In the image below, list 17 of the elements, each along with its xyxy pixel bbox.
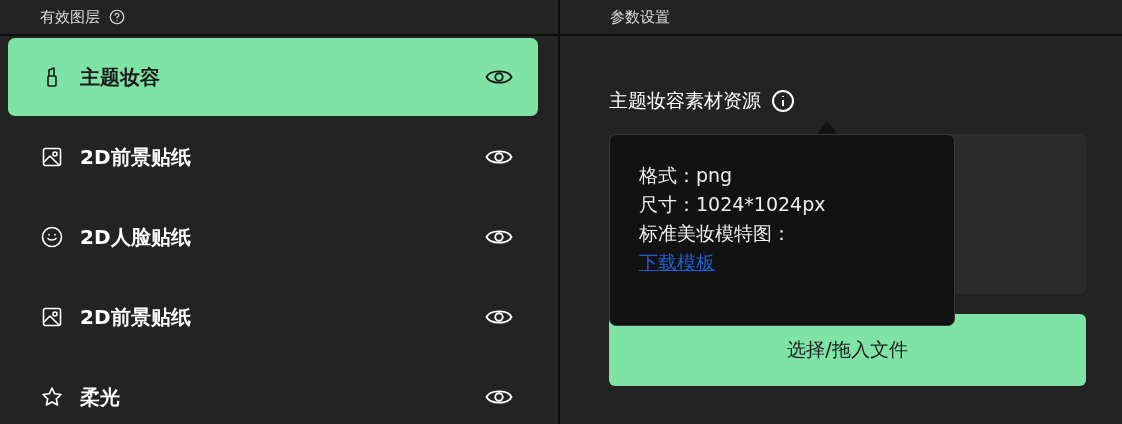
panel-title: 参数设置 bbox=[610, 7, 670, 27]
layer-item[interactable]: 柔光 bbox=[8, 358, 538, 424]
layer-item[interactable]: 2D人脸贴纸 bbox=[8, 198, 538, 276]
smiley-icon bbox=[40, 225, 64, 249]
info-icon[interactable] bbox=[771, 89, 795, 113]
image-icon bbox=[40, 145, 64, 169]
tooltip-text: 尺寸：1024*1024px bbox=[639, 192, 827, 217]
tooltip-text: 标准美妆模特图： bbox=[639, 221, 792, 246]
help-icon bbox=[108, 8, 126, 26]
field-label: 主题妆容素材资源 bbox=[609, 88, 761, 113]
layer-item[interactable]: 主题妆容 bbox=[8, 38, 538, 116]
star-icon bbox=[40, 385, 64, 409]
panel-title: 有效图层 bbox=[40, 7, 100, 27]
tooltip-text: 格式：png bbox=[639, 163, 734, 188]
layer-item[interactable]: 2D前景贴纸 bbox=[8, 278, 538, 356]
layer-item[interactable]: 2D前景贴纸 bbox=[8, 118, 538, 196]
image-icon bbox=[40, 305, 64, 329]
